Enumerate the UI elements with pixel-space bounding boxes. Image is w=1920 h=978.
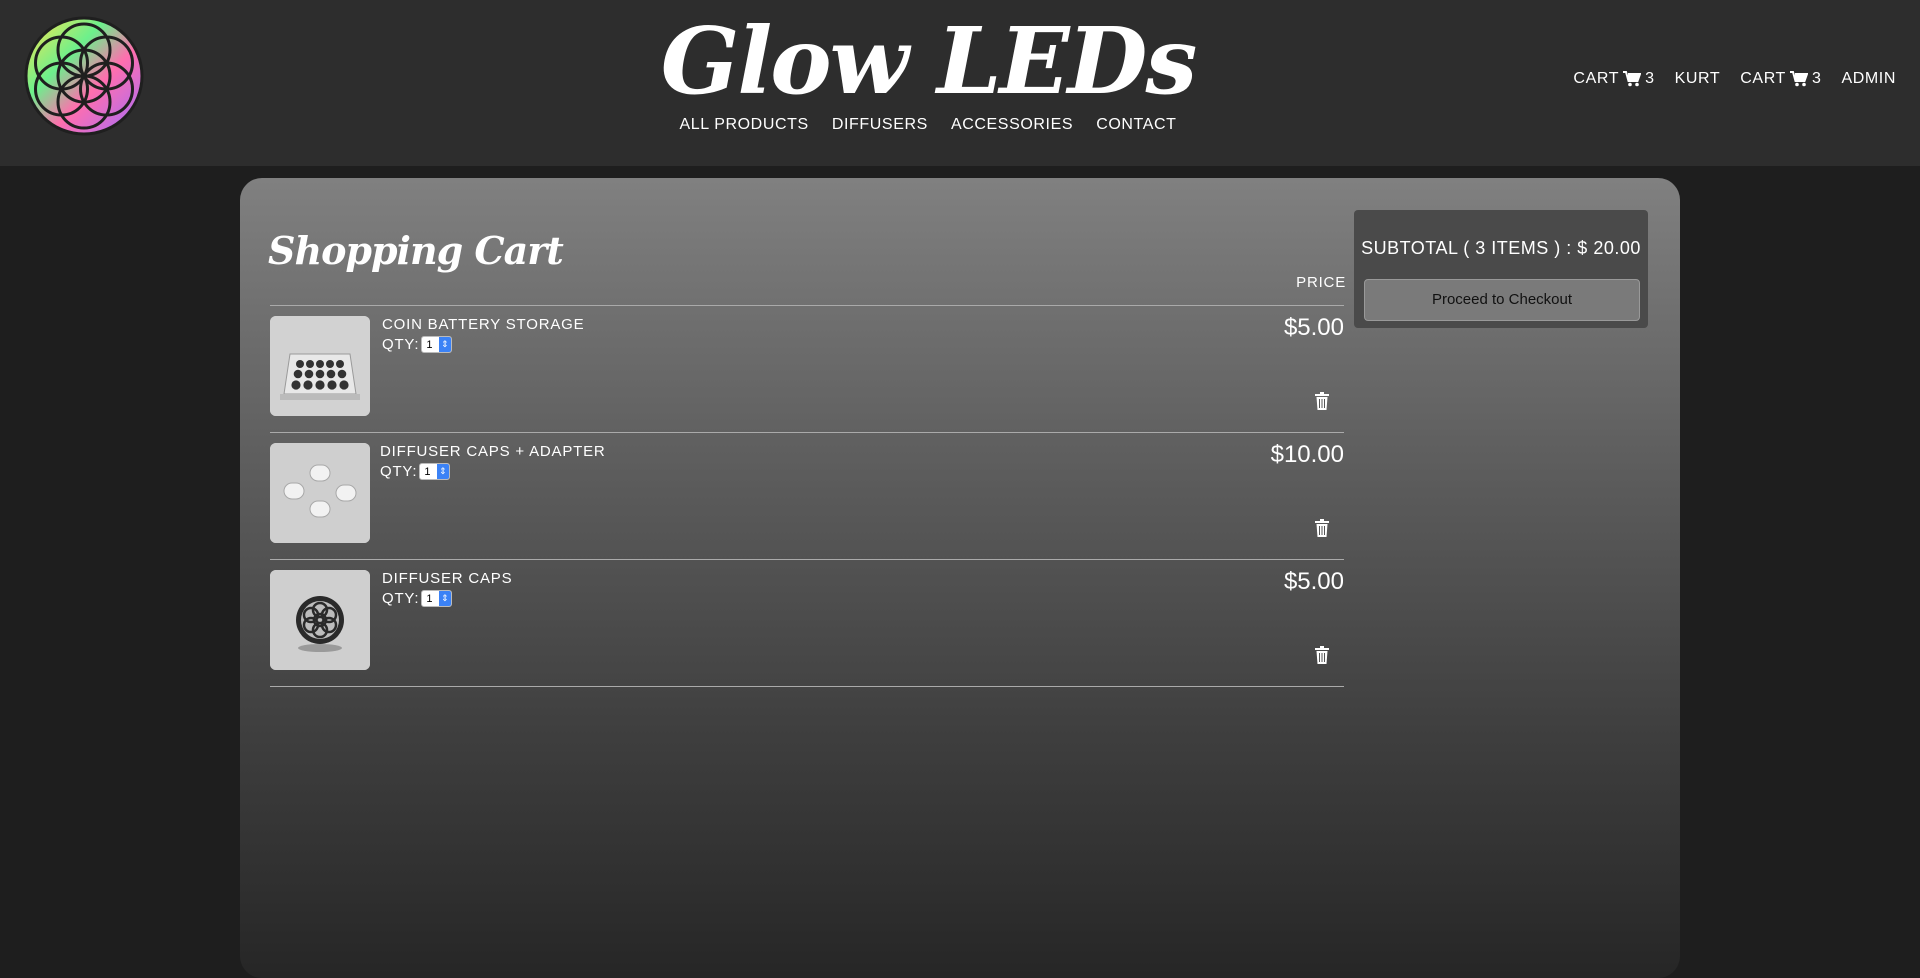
cart-items-list: COIN BATTERY STORAGE QTY: 1 ⇕ $5.00 DIFF…	[270, 305, 1344, 687]
quantity-select[interactable]: 1 ⇕	[421, 590, 453, 607]
chevron-updown-icon: ⇕	[439, 337, 452, 352]
cart-item: DIFFUSER CAPS + ADAPTER QTY: 1 ⇕ $10.00	[270, 433, 1344, 560]
cart-item: DIFFUSER CAPS QTY: 1 ⇕ $5.00	[270, 560, 1344, 687]
cart-link[interactable]: CART 3	[1573, 70, 1654, 88]
qty-label: QTY:	[382, 590, 420, 607]
chevron-updown-icon: ⇕	[439, 591, 452, 606]
trash-icon[interactable]	[1314, 646, 1330, 664]
product-name[interactable]: COIN BATTERY STORAGE	[382, 316, 584, 333]
product-name[interactable]: DIFFUSER CAPS + ADAPTER	[380, 443, 606, 460]
shopping-cart-icon	[1789, 71, 1808, 87]
cart-count: 3	[1811, 70, 1822, 87]
quantity-control: QTY: 1 ⇕	[382, 336, 453, 353]
product-image-coin-battery-storage[interactable]	[270, 316, 370, 416]
cart-panel: Shopping Cart PRICE COIN BATTERY STORAGE	[240, 178, 1680, 978]
item-price: $5.00	[1283, 314, 1344, 341]
item-price: $5.00	[1283, 568, 1344, 595]
subtotal-text: SUBTOTAL ( 3 ITEMS ) : $ 20.00	[1361, 238, 1641, 258]
nav-diffusers[interactable]: DIFFUSERS	[832, 116, 928, 134]
right-nav: CART 3 KURT CART 3 ADMIN	[1573, 70, 1896, 88]
page-title: Shopping Cart	[268, 228, 564, 273]
nav-all-products[interactable]: ALL PRODUCTS	[679, 116, 808, 134]
product-name[interactable]: DIFFUSER CAPS	[382, 570, 512, 587]
price-column-header: PRICE	[1296, 274, 1346, 291]
qty-value: 1	[426, 338, 434, 351]
qty-label: QTY:	[380, 463, 418, 480]
coin-tray-image	[270, 316, 370, 416]
product-image-diffuser-caps-adapter[interactable]	[270, 443, 370, 543]
main-nav: ALL PRODUCTS DIFFUSERS ACCESSORIES CONTA…	[0, 116, 1856, 134]
shopping-cart-icon	[1623, 71, 1642, 87]
brand-title[interactable]: Glow LEDs	[0, 6, 1856, 116]
cart-label: CART	[1740, 70, 1786, 87]
order-summary: SUBTOTAL ( 3 ITEMS ) : $ 20.00 Proceed t…	[1354, 210, 1648, 328]
nav-contact[interactable]: CONTACT	[1096, 116, 1176, 134]
cart-label: CART	[1573, 70, 1620, 87]
trash-icon[interactable]	[1314, 392, 1330, 410]
cart-count: 3	[1645, 70, 1655, 87]
nav-accessories[interactable]: ACCESSORIES	[951, 116, 1073, 134]
cart-item: COIN BATTERY STORAGE QTY: 1 ⇕ $5.00	[270, 306, 1344, 433]
product-image-diffuser-caps[interactable]	[270, 570, 370, 670]
cart-link-secondary[interactable]: CART 3	[1740, 70, 1821, 88]
chevron-updown-icon: ⇕	[437, 464, 450, 479]
user-menu[interactable]: KURT	[1675, 70, 1721, 88]
qty-value: 1	[426, 592, 434, 605]
quantity-select[interactable]: 1 ⇕	[419, 463, 451, 480]
quantity-select[interactable]: 1 ⇕	[421, 336, 453, 353]
proceed-to-checkout-button[interactable]: Proceed to Checkout	[1364, 279, 1640, 321]
trash-icon[interactable]	[1314, 519, 1330, 537]
diffuser-cap-image	[270, 570, 370, 670]
admin-link[interactable]: ADMIN	[1841, 70, 1896, 88]
quantity-control: QTY: 1 ⇕	[380, 463, 451, 480]
header: Glow LEDs ALL PRODUCTS DIFFUSERS ACCESSO…	[0, 0, 1920, 166]
qty-value: 1	[424, 465, 432, 478]
qty-label: QTY:	[382, 336, 420, 353]
item-price: $10.00	[1270, 441, 1344, 468]
quantity-control: QTY: 1 ⇕	[382, 590, 453, 607]
diffuser-caps-image	[270, 443, 370, 543]
